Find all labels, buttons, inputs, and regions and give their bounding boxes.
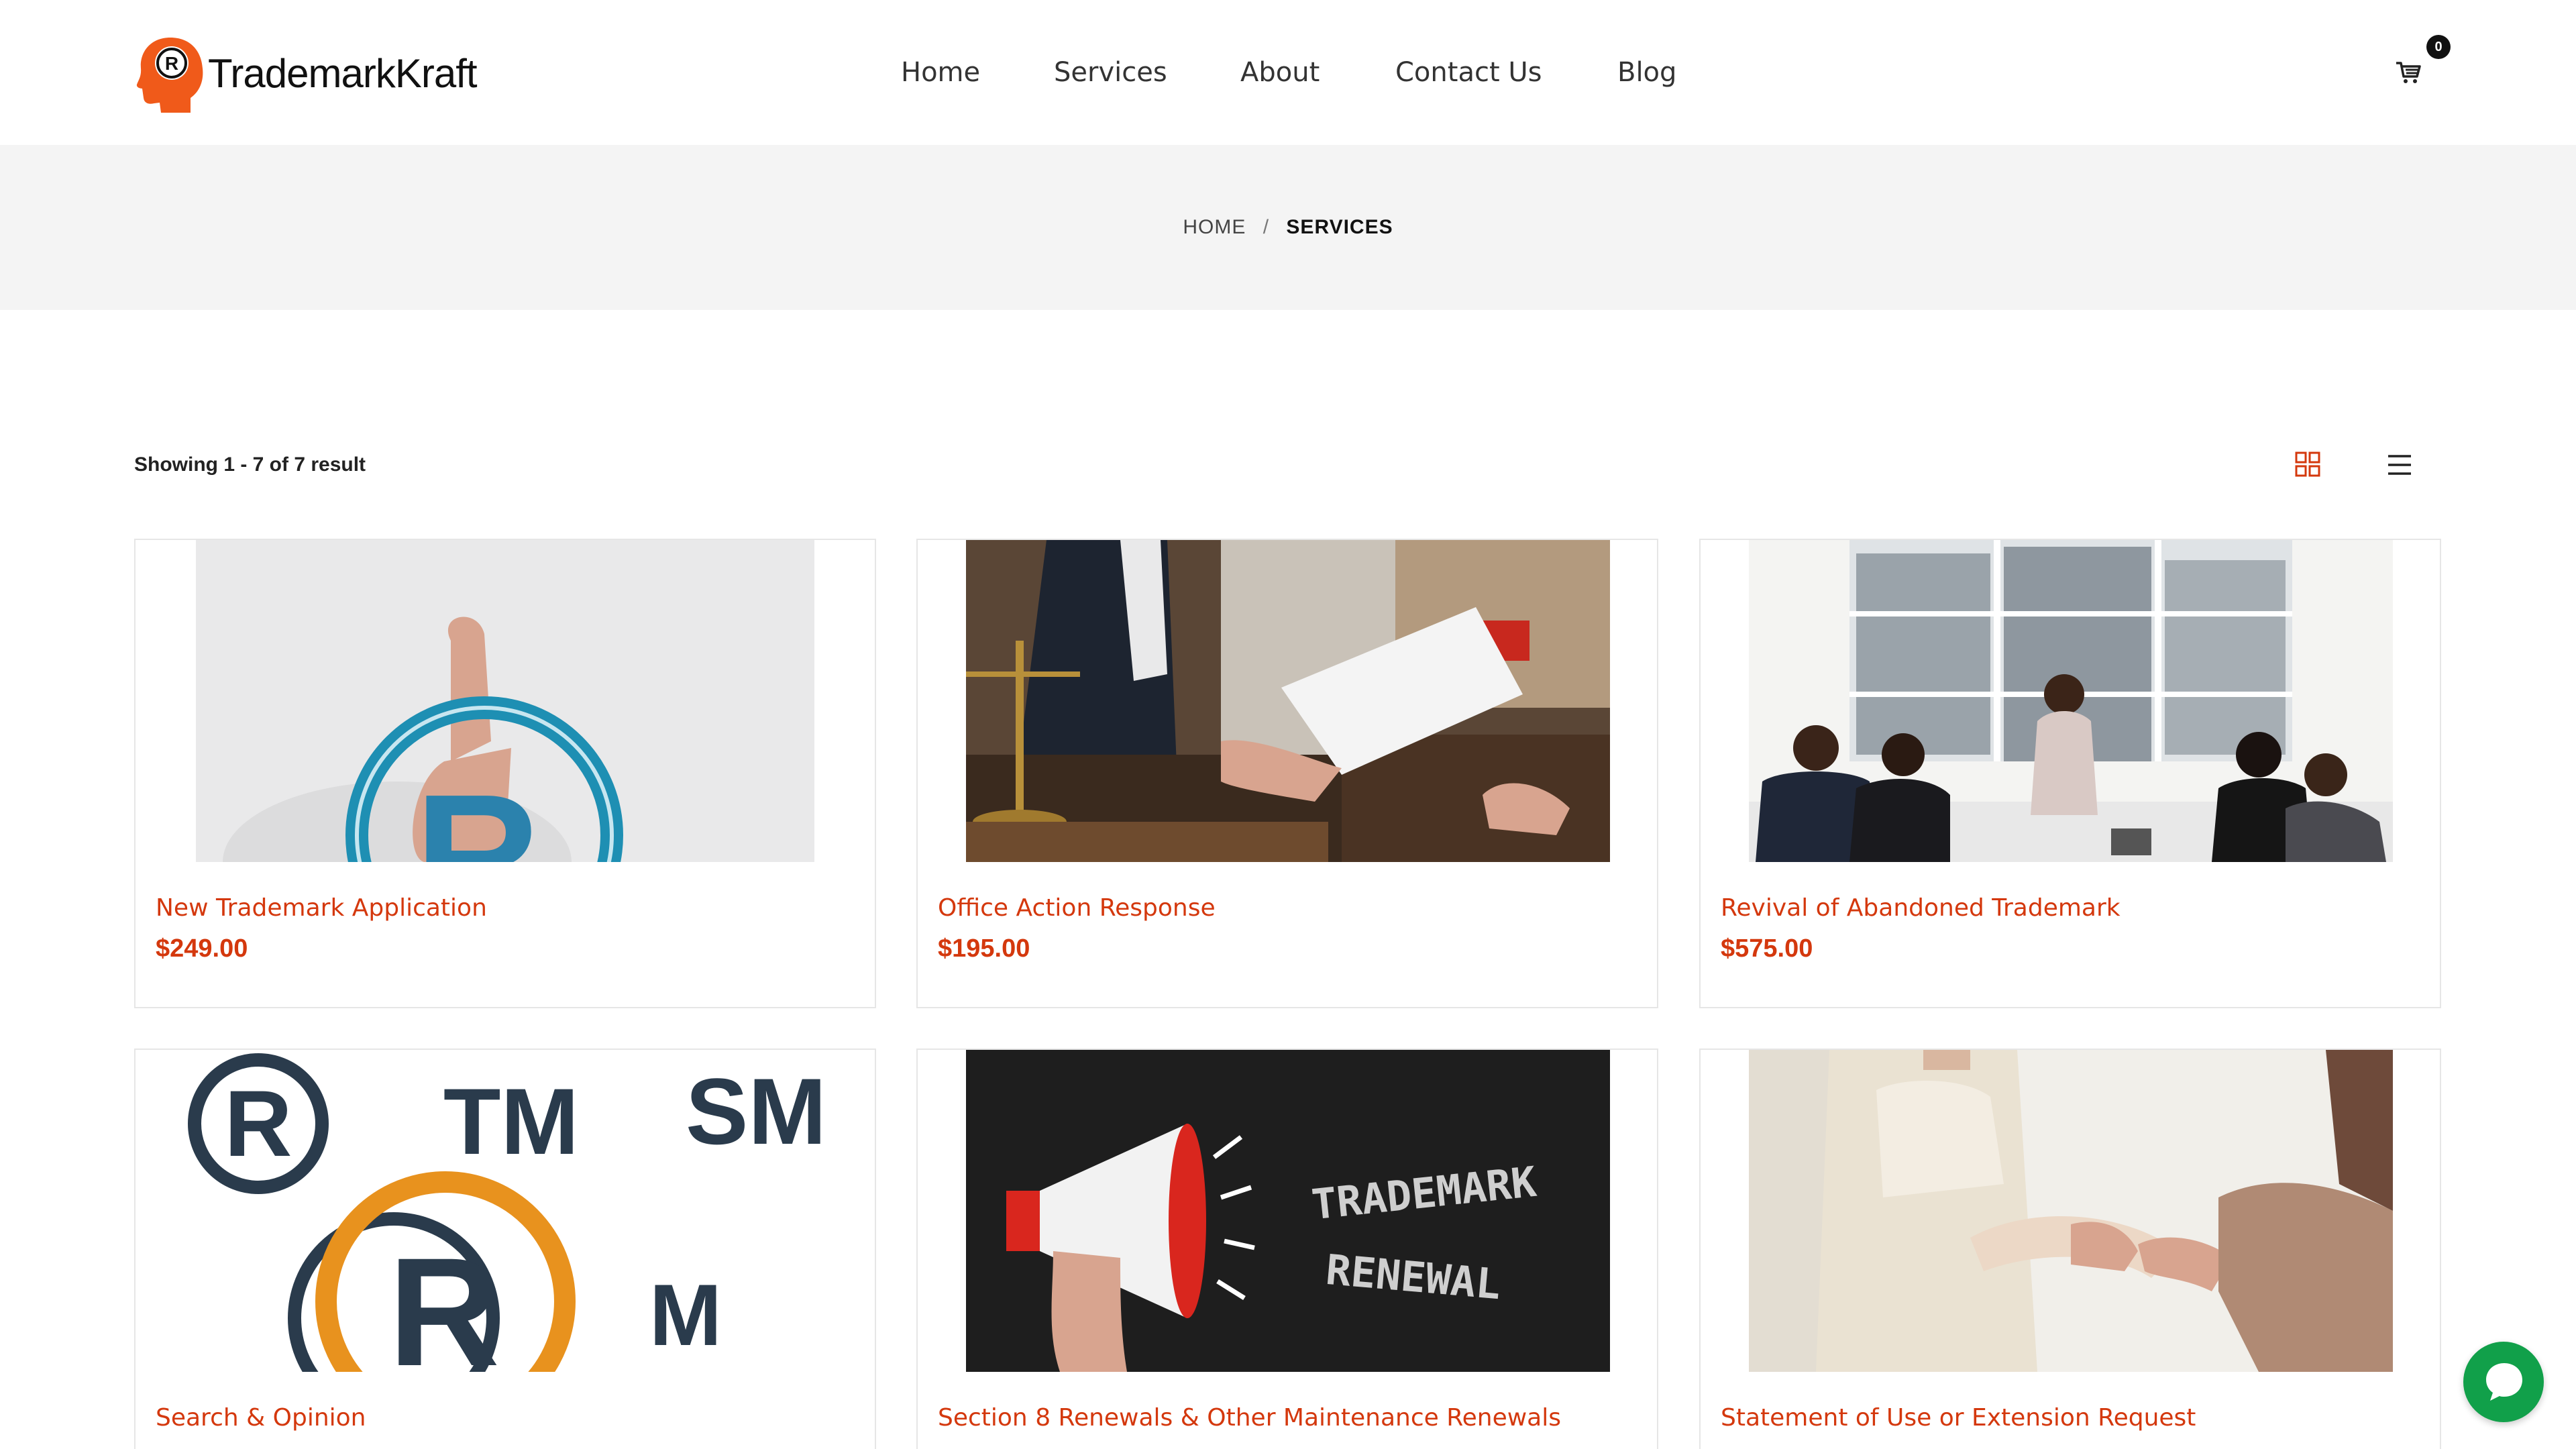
nav-home[interactable]: Home <box>901 52 980 93</box>
list-view-icon <box>2388 455 2411 475</box>
megaphone-trademark-renewal-image: TRADEMARK RENEWAL <box>966 1050 1610 1372</box>
main-nav: Home Services About Contact Us Blog <box>0 52 2576 93</box>
product-card-new-trademark-application[interactable]: R New Trademark Application $249.00 <box>134 539 876 1008</box>
cart-button[interactable] <box>2395 60 2422 87</box>
product-card-statement-of-use[interactable]: Statement of Use or Extension Request <box>1699 1049 2441 1449</box>
svg-text:R: R <box>388 1226 500 1372</box>
product-image[interactable]: R TM SM R M <box>136 1050 875 1372</box>
svg-text:TM: TM <box>443 1069 579 1174</box>
product-card-office-action-response[interactable]: Office Action Response $195.00 <box>916 539 1658 1008</box>
product-price: $249.00 <box>156 934 248 963</box>
svg-text:M: M <box>649 1266 722 1364</box>
svg-text:R: R <box>224 1071 292 1176</box>
product-card-revival-of-abandoned-trademark[interactable]: Revival of Abandoned Trademark $575.00 <box>1699 539 2441 1008</box>
cart-icon <box>2396 62 2421 83</box>
cart-count-badge: 0 <box>2426 35 2451 59</box>
product-price: $195.00 <box>938 934 1030 963</box>
product-image[interactable] <box>918 540 1657 862</box>
breadcrumb-current: SERVICES <box>1286 216 1393 238</box>
svg-text:SM: SM <box>686 1059 826 1164</box>
product-card-search-and-opinion[interactable]: R TM SM R M Search & Opinion <box>134 1049 876 1449</box>
trademark-symbols-image: R TM SM R M <box>136 1050 875 1372</box>
nav-contact-us[interactable]: Contact Us <box>1395 52 1542 93</box>
page-title-band: HOME / SERVICES <box>0 145 2576 310</box>
handshake-image <box>1749 1050 2393 1372</box>
nav-blog[interactable]: Blog <box>1617 52 1676 93</box>
product-title[interactable]: Section 8 Renewals & Other Maintenance R… <box>938 1404 1561 1432</box>
chat-bubble-icon <box>2486 1363 2522 1401</box>
grid-view-button[interactable] <box>2294 451 2321 478</box>
grid-view-icon <box>2295 451 2320 477</box>
office-meeting-image <box>1749 540 2393 862</box>
registered-symbol-hand-image: R <box>196 540 814 862</box>
breadcrumb: HOME / SERVICES <box>0 216 2576 239</box>
product-title[interactable]: New Trademark Application <box>156 894 487 922</box>
product-image[interactable]: R <box>136 540 875 862</box>
product-title[interactable]: Statement of Use or Extension Request <box>1721 1404 2196 1432</box>
product-image[interactable]: TRADEMARK RENEWAL <box>918 1050 1657 1372</box>
chat-widget-button[interactable] <box>2463 1342 2544 1422</box>
product-title[interactable]: Office Action Response <box>938 894 1216 922</box>
product-price: $575.00 <box>1721 934 1813 963</box>
result-count: Showing 1 - 7 of 7 result <box>134 453 366 476</box>
nav-about[interactable]: About <box>1240 52 1320 93</box>
product-title[interactable]: Revival of Abandoned Trademark <box>1721 894 2121 922</box>
breadcrumb-home[interactable]: HOME <box>1183 216 1246 238</box>
svg-text:R: R <box>415 759 541 862</box>
legal-consultation-image <box>966 540 1610 862</box>
breadcrumb-separator: / <box>1263 216 1270 238</box>
nav-services[interactable]: Services <box>1054 52 1167 93</box>
product-image[interactable] <box>1701 540 2440 862</box>
site-header: R TrademarkKraft Home Services About Con… <box>0 0 2576 145</box>
product-title[interactable]: Search & Opinion <box>156 1404 366 1432</box>
list-view-button[interactable] <box>2387 453 2412 476</box>
product-image[interactable] <box>1701 1050 2440 1372</box>
product-card-section-8-renewals[interactable]: TRADEMARK RENEWAL Section 8 Renewals & O… <box>916 1049 1658 1449</box>
